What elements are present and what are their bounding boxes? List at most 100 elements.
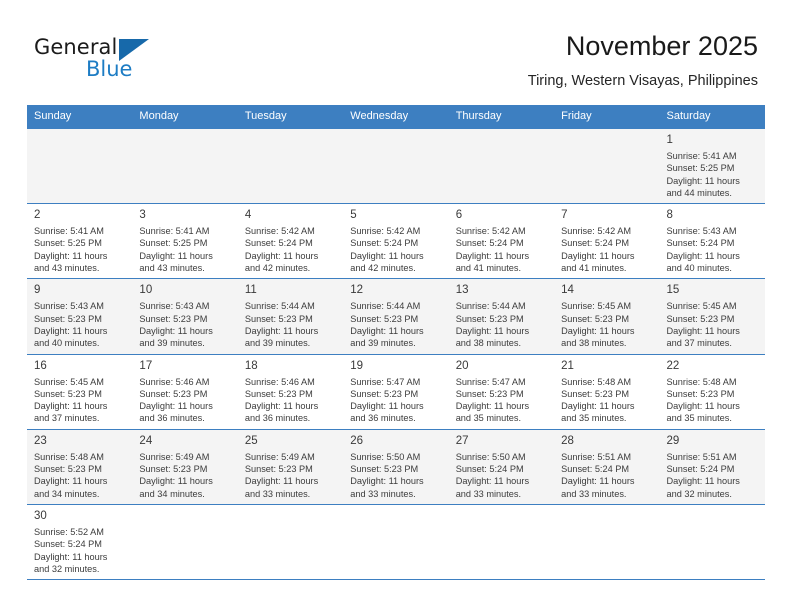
day-cell-empty — [237, 503, 344, 581]
sunrise-text: Sunrise: 5:48 AM — [561, 376, 632, 387]
daylight-text-line1: Daylight: 11 hours — [139, 325, 213, 336]
day-cell[interactable]: 6 Sunrise: 5:42 AM Sunset: 5:24 PM Dayli… — [448, 203, 555, 280]
sunrise-text: Sunrise: 5:44 AM — [244, 301, 315, 312]
daylight-text-line1: Daylight: 11 hours — [666, 175, 740, 186]
daylight-text-line2: and 36 minutes. — [244, 413, 311, 424]
day-number: 8 — [666, 209, 673, 222]
sunrise-text: Sunrise: 5:42 AM — [350, 226, 421, 237]
day-cell[interactable]: 25 Sunrise: 5:49 AM Sunset: 5:23 PM Dayl… — [237, 428, 344, 505]
sunrise-text: Sunrise: 5:44 AM — [455, 301, 526, 312]
daylight-text-line1: Daylight: 11 hours — [455, 325, 530, 336]
day-cell[interactable]: 27 Sunrise: 5:50 AM Sunset: 5:24 PM Dayl… — [448, 428, 555, 505]
weekday-row: Sunday Monday Tuesday Wednesday Thursday… — [27, 105, 765, 129]
calendar-week-row: 16 Sunrise: 5:45 AM Sunset: 5:23 PM Dayl… — [27, 353, 765, 430]
day-cell[interactable]: 18 Sunrise: 5:46 AM Sunset: 5:23 PM Dayl… — [237, 353, 344, 430]
sunset-text: Sunset: 5:23 PM — [34, 388, 102, 399]
daylight-text-line1: Daylight: 11 hours — [666, 325, 740, 336]
general-blue-logo[interactable]: General Blue — [34, 35, 254, 95]
daylight-text-line2: and 40 minutes. — [34, 338, 100, 349]
day-cell[interactable]: 12 Sunrise: 5:44 AM Sunset: 5:23 PM Dayl… — [343, 278, 449, 355]
day-cell[interactable]: 24 Sunrise: 5:49 AM Sunset: 5:23 PM Dayl… — [132, 428, 238, 505]
sunset-text: Sunset: 5:23 PM — [139, 313, 208, 324]
calendar-week-row: 30 Sunrise: 5:52 AM Sunset: 5:24 PM Dayl… — [27, 503, 765, 581]
day-details: Sunrise: 5:48 AM Sunset: 5:23 PM Dayligh… — [667, 376, 759, 425]
day-cell[interactable]: 1 Sunrise: 5:41 AM Sunset: 5:25 PM Dayli… — [659, 127, 765, 205]
day-cell[interactable]: 20 Sunrise: 5:47 AM Sunset: 5:23 PM Dayl… — [448, 353, 555, 430]
daylight-text-line1: Daylight: 11 hours — [34, 401, 108, 412]
sunrise-text: Sunrise: 5:43 AM — [34, 301, 104, 312]
day-cell-empty — [237, 127, 344, 205]
sunset-text: Sunset: 5:24 PM — [666, 238, 735, 249]
day-details: Sunrise: 5:50 AM Sunset: 5:24 PM Dayligh… — [456, 451, 548, 500]
sunrise-text: Sunrise: 5:43 AM — [666, 226, 737, 237]
day-cell[interactable]: 21 Sunrise: 5:48 AM Sunset: 5:23 PM Dayl… — [554, 353, 660, 430]
day-cell[interactable]: 28 Sunrise: 5:51 AM Sunset: 5:24 PM Dayl… — [554, 428, 660, 505]
day-cell[interactable]: 10 Sunrise: 5:43 AM Sunset: 5:23 PM Dayl… — [132, 278, 238, 355]
day-cell[interactable]: 11 Sunrise: 5:44 AM Sunset: 5:23 PM Dayl… — [237, 278, 344, 355]
day-cell-empty — [554, 503, 660, 581]
daylight-text-line2: and 32 minutes. — [666, 488, 732, 499]
sunset-text: Sunset: 5:23 PM — [244, 388, 313, 399]
day-number: 16 — [34, 359, 47, 372]
day-cell[interactable]: 30 Sunrise: 5:52 AM Sunset: 5:24 PM Dayl… — [27, 503, 133, 581]
daylight-text-line2: and 39 minutes. — [244, 338, 311, 349]
daylight-text-line2: and 43 minutes. — [139, 263, 205, 274]
day-cell[interactable]: 3 Sunrise: 5:41 AM Sunset: 5:25 PM Dayli… — [132, 203, 238, 280]
day-number: 5 — [350, 209, 357, 222]
sunset-text: Sunset: 5:23 PM — [139, 388, 208, 399]
day-cell[interactable]: 16 Sunrise: 5:45 AM Sunset: 5:23 PM Dayl… — [27, 353, 133, 430]
daylight-text-line1: Daylight: 11 hours — [350, 250, 424, 261]
day-number: 22 — [666, 359, 680, 372]
sunset-text: Sunset: 5:24 PM — [455, 464, 524, 475]
day-cell[interactable]: 17 Sunrise: 5:46 AM Sunset: 5:23 PM Dayl… — [132, 353, 238, 430]
day-cell[interactable]: 15 Sunrise: 5:45 AM Sunset: 5:23 PM Dayl… — [659, 278, 765, 355]
day-cell-empty — [343, 503, 449, 581]
daylight-text-line1: Daylight: 11 hours — [455, 401, 530, 412]
day-cell[interactable]: 19 Sunrise: 5:47 AM Sunset: 5:23 PM Dayl… — [343, 353, 449, 430]
day-cell[interactable]: 14 Sunrise: 5:45 AM Sunset: 5:23 PM Dayl… — [554, 278, 660, 355]
day-cell[interactable]: 13 Sunrise: 5:44 AM Sunset: 5:23 PM Dayl… — [448, 278, 555, 355]
sunset-text: Sunset: 5:24 PM — [561, 238, 630, 249]
sunrise-text: Sunrise: 5:45 AM — [561, 301, 632, 312]
calendar-week-row: 9 Sunrise: 5:43 AM Sunset: 5:23 PM Dayli… — [27, 278, 765, 355]
sunrise-text: Sunrise: 5:50 AM — [350, 451, 421, 462]
sunset-text: Sunset: 5:25 PM — [666, 163, 735, 174]
calendar-grid: Sunday Monday Tuesday Wednesday Thursday… — [27, 105, 765, 581]
day-cell[interactable]: 29 Sunrise: 5:51 AM Sunset: 5:24 PM Dayl… — [659, 428, 765, 505]
day-cell[interactable]: 22 Sunrise: 5:48 AM Sunset: 5:23 PM Dayl… — [659, 353, 765, 430]
day-cell[interactable]: 5 Sunrise: 5:42 AM Sunset: 5:24 PM Dayli… — [343, 203, 449, 280]
sunrise-text: Sunrise: 5:41 AM — [666, 151, 737, 161]
day-cell[interactable]: 7 Sunrise: 5:42 AM Sunset: 5:24 PM Dayli… — [554, 203, 660, 280]
day-cell[interactable]: 23 Sunrise: 5:48 AM Sunset: 5:23 PM Dayl… — [27, 428, 133, 505]
day-details: Sunrise: 5:52 AM Sunset: 5:24 PM Dayligh… — [34, 526, 126, 575]
daylight-text-line2: and 37 minutes. — [666, 338, 732, 349]
day-number: 7 — [561, 209, 568, 222]
day-details: Sunrise: 5:44 AM Sunset: 5:23 PM Dayligh… — [350, 300, 442, 349]
day-details: Sunrise: 5:41 AM Sunset: 5:25 PM Dayligh… — [667, 150, 759, 199]
day-number: 13 — [455, 284, 469, 297]
calendar-body: 1 Sunrise: 5:41 AM Sunset: 5:25 PM Dayli… — [27, 127, 765, 581]
day-cell[interactable]: 26 Sunrise: 5:50 AM Sunset: 5:23 PM Dayl… — [343, 428, 449, 505]
day-number: 10 — [139, 284, 153, 297]
weekday-friday: Friday — [554, 105, 660, 129]
daylight-text-line2: and 40 minutes. — [666, 263, 732, 274]
day-cell[interactable]: 9 Sunrise: 5:43 AM Sunset: 5:23 PM Dayli… — [27, 278, 133, 355]
day-cell[interactable]: 8 Sunrise: 5:43 AM Sunset: 5:24 PM Dayli… — [659, 203, 765, 280]
day-number: 9 — [34, 284, 41, 297]
day-number: 12 — [350, 284, 364, 297]
day-number: 15 — [666, 284, 680, 297]
day-cell[interactable]: 2 Sunrise: 5:41 AM Sunset: 5:25 PM Dayli… — [27, 203, 133, 280]
sunset-text: Sunset: 5:25 PM — [139, 238, 208, 249]
logo-text-blue: Blue — [86, 57, 133, 81]
daylight-text-line1: Daylight: 11 hours — [244, 476, 319, 487]
daylight-text-line1: Daylight: 11 hours — [244, 401, 319, 412]
sunset-text: Sunset: 5:23 PM — [350, 464, 419, 475]
day-cell-empty — [343, 127, 449, 205]
day-number: 18 — [244, 359, 258, 372]
day-cell[interactable]: 4 Sunrise: 5:42 AM Sunset: 5:24 PM Dayli… — [237, 203, 344, 280]
daylight-text-line1: Daylight: 11 hours — [350, 401, 424, 412]
day-details: Sunrise: 5:42 AM Sunset: 5:24 PM Dayligh… — [561, 225, 653, 274]
day-details: Sunrise: 5:42 AM Sunset: 5:24 PM Dayligh… — [456, 225, 548, 274]
sunset-text: Sunset: 5:23 PM — [34, 464, 102, 475]
sunrise-text: Sunrise: 5:41 AM — [34, 226, 104, 237]
